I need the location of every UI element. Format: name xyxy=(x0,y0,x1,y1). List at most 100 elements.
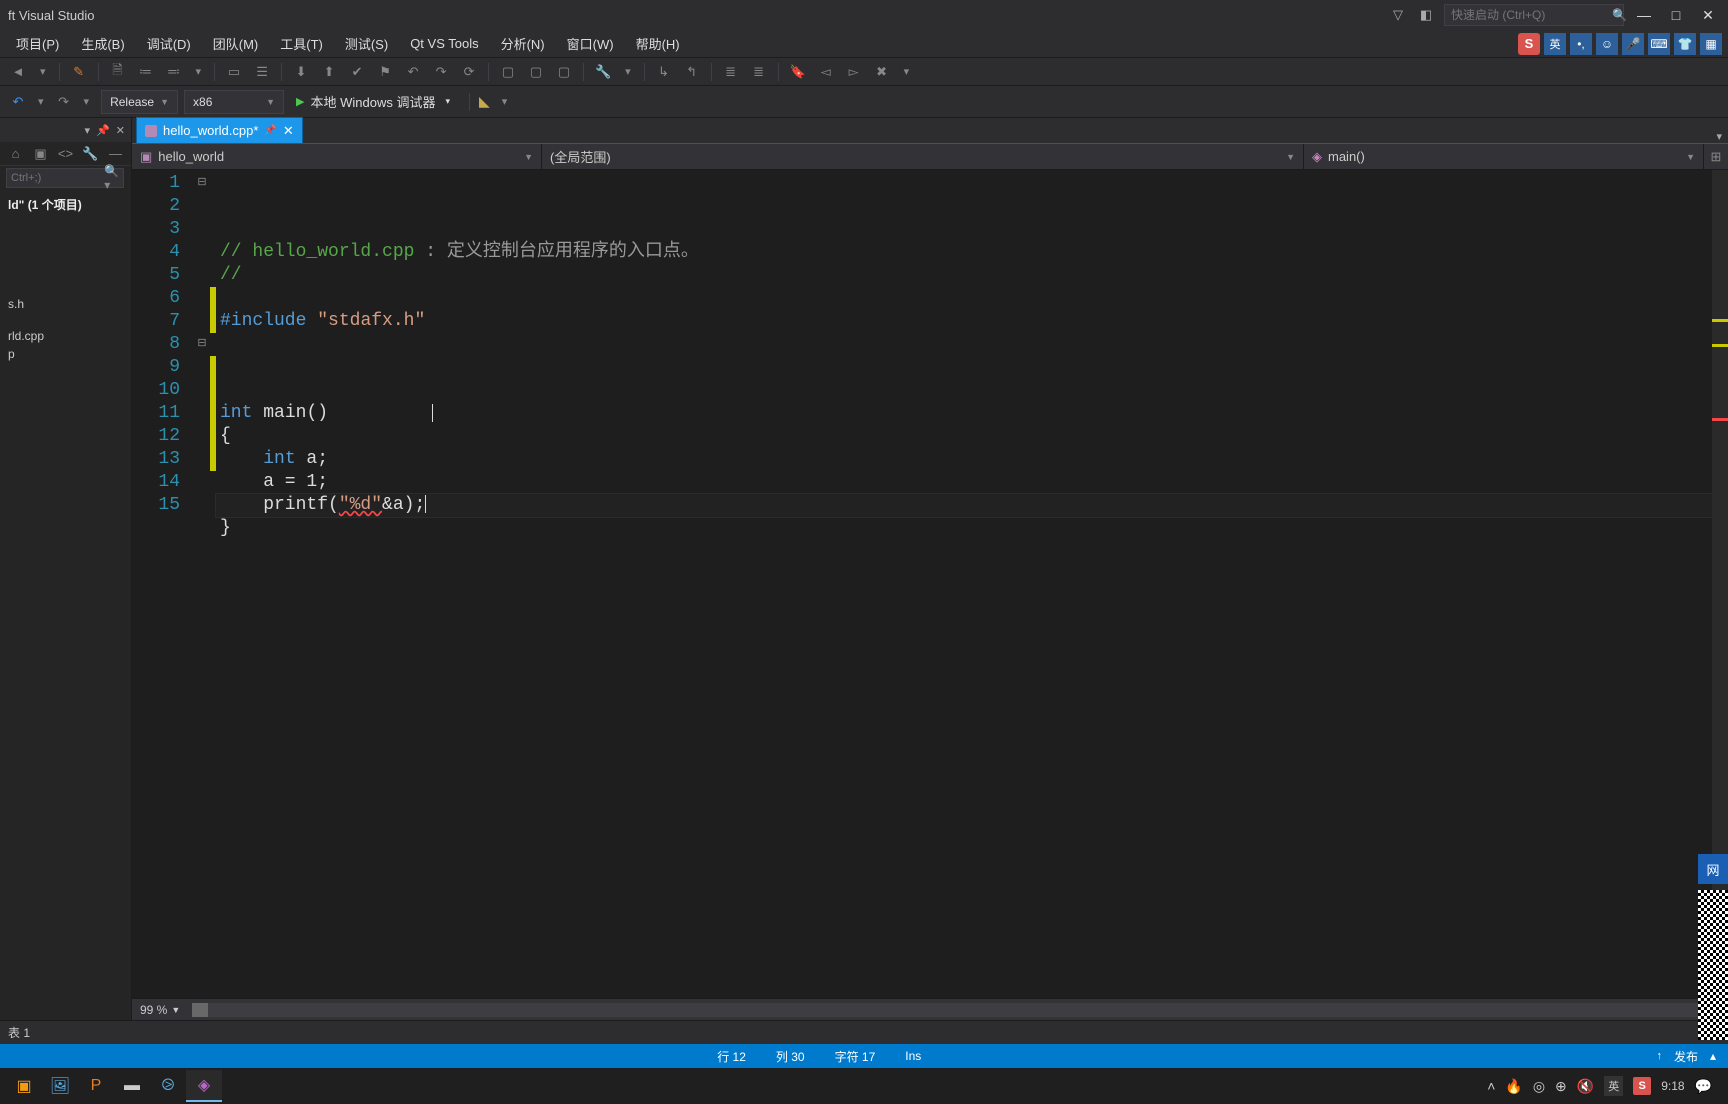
menu-build[interactable]: 生成(B) xyxy=(71,31,134,56)
search-icon[interactable]: 🔍 xyxy=(1612,8,1627,22)
show-all-icon[interactable]: — xyxy=(106,143,125,165)
tray-clock[interactable]: 9:18 xyxy=(1661,1079,1684,1093)
overlay-tag-icon[interactable]: 网 xyxy=(1698,854,1728,884)
nav-back-icon[interactable]: ◄ xyxy=(6,61,30,83)
ime-face-icon[interactable]: ☺ xyxy=(1596,33,1618,55)
code-icon[interactable]: <> xyxy=(56,143,75,165)
step-in-icon[interactable]: ↳ xyxy=(652,61,676,83)
menu-debug[interactable]: 调试(D) xyxy=(137,31,201,56)
sogou-badge-icon[interactable]: S xyxy=(1518,33,1540,55)
scope-dropdown[interactable]: (全局范围)▼ xyxy=(542,144,1304,170)
undo-button[interactable]: ↶ xyxy=(6,91,30,113)
menu-analyze[interactable]: 分析(N) xyxy=(491,31,555,56)
tray-notifications-icon[interactable]: 💬 xyxy=(1695,1078,1712,1095)
tray-volume-icon[interactable]: 🔇 xyxy=(1577,1078,1594,1095)
solution-config-dropdown[interactable]: Release▼ xyxy=(101,90,178,114)
task-screenshot[interactable]: 🖼 xyxy=(42,1070,78,1102)
close-panel-icon[interactable]: ✕ xyxy=(116,124,125,137)
qr-code-icon[interactable] xyxy=(1698,890,1728,1040)
redo-button[interactable]: ↷ xyxy=(52,91,76,113)
list-icon[interactable]: ▭ xyxy=(222,61,246,83)
code-content[interactable]: // hello_world.cpp : 定义控制台应用程序的入口点。//#in… xyxy=(216,170,1712,998)
dropdown-icon[interactable]: ▾ xyxy=(85,124,91,137)
h-scrollbar[interactable] xyxy=(192,1003,1720,1017)
solution-tree[interactable]: ld" (1 个项目) s.h rld.cpp p xyxy=(0,190,131,1020)
publish-button[interactable]: 发布 xyxy=(1674,1048,1698,1065)
bottom-panel-tabs[interactable]: 表 1 xyxy=(0,1020,1728,1044)
task-sublime[interactable]: ▣ xyxy=(6,1070,42,1102)
close-button[interactable]: ✕ xyxy=(1696,7,1720,24)
project-dropdown[interactable]: ▣ hello_world▼ xyxy=(132,144,542,170)
search-icon[interactable]: 🔍▾ xyxy=(104,164,125,192)
tray-up-icon[interactable]: ˄ xyxy=(1487,1078,1495,1094)
wrench-icon[interactable]: 🔧 xyxy=(591,61,615,83)
file-tab-hello-world[interactable]: hello_world.cpp* 📌 ✕ xyxy=(136,117,303,143)
undo-history-dropdown[interactable]: ▾ xyxy=(32,95,50,108)
tab-overflow-icon[interactable]: ▾ xyxy=(1716,130,1728,143)
menu-tools[interactable]: 工具(T) xyxy=(270,31,333,56)
bookmark-icon[interactable]: 🔖 xyxy=(786,61,810,83)
ime-keyboard-icon[interactable]: ⌨ xyxy=(1648,33,1670,55)
quick-launch-input[interactable] xyxy=(1451,8,1606,22)
member-dropdown[interactable]: ◈ main()▼ xyxy=(1304,144,1704,170)
menu-project[interactable]: 项目(P) xyxy=(6,31,69,56)
redo-history-dropdown[interactable]: ▾ xyxy=(78,95,96,108)
pin-tab-icon[interactable]: 📌 xyxy=(264,125,276,136)
attach-icon[interactable]: ⬇ xyxy=(289,61,313,83)
solution-search[interactable]: 🔍▾ xyxy=(0,166,131,190)
edit-icon[interactable]: ✎ xyxy=(67,61,91,83)
outdent-icon[interactable]: ≕ xyxy=(162,61,186,83)
ime-punct-icon[interactable]: •, xyxy=(1570,33,1592,55)
h-scroll-thumb[interactable] xyxy=(192,1003,207,1017)
start-debug-button[interactable]: ▶ 本地 Windows 调试器 ▾ xyxy=(290,90,460,114)
tag-dropdown[interactable]: ▾ xyxy=(496,95,514,108)
task-visual-studio[interactable]: ◈ xyxy=(186,1070,222,1102)
tag-icon[interactable]: ◣ xyxy=(479,93,490,110)
box1-icon[interactable]: ▢ xyxy=(496,61,520,83)
box2-icon[interactable]: ▢ xyxy=(524,61,548,83)
ime-mic-icon[interactable]: 🎤 xyxy=(1622,33,1644,55)
code-editor[interactable]: 123456789101112131415 ⊟⊟ // hello_world.… xyxy=(132,170,1728,998)
tree-item[interactable]: rld.cpp xyxy=(0,327,131,345)
collapse-icon[interactable]: ▣ xyxy=(31,143,50,165)
pin-icon[interactable]: 📌 xyxy=(96,124,110,137)
step-out-icon[interactable]: ↰ xyxy=(680,61,704,83)
process-icon[interactable]: ⬆ xyxy=(317,61,341,83)
maximize-button[interactable]: □ xyxy=(1664,7,1688,23)
menu-window[interactable]: 窗口(W) xyxy=(557,31,624,56)
tray-language[interactable]: 英 xyxy=(1604,1076,1623,1096)
flag-icon[interactable]: ⚑ xyxy=(373,61,397,83)
output-tab[interactable]: 表 1 xyxy=(8,1024,30,1041)
redo-icon[interactable]: ↷ xyxy=(429,61,453,83)
notification-icon[interactable]: ◧ xyxy=(1416,5,1436,25)
task-icon[interactable]: ☰ xyxy=(250,61,274,83)
undo-icon[interactable]: ↶ xyxy=(401,61,425,83)
task-powerpoint[interactable]: P xyxy=(78,1070,114,1102)
format-dropdown[interactable]: ▾ xyxy=(190,65,208,78)
next-bookmark-icon[interactable]: ▻ xyxy=(842,61,866,83)
publish-arrow-icon[interactable]: ▴ xyxy=(1710,1049,1716,1063)
menu-test[interactable]: 测试(S) xyxy=(335,31,398,56)
clear-bookmark-icon[interactable]: ✖ xyxy=(870,61,894,83)
close-tab-icon[interactable]: ✕ xyxy=(283,123,294,139)
box3-icon[interactable]: ▢ xyxy=(552,61,576,83)
quick-launch[interactable]: 🔍 xyxy=(1444,4,1624,26)
tray-bluetooth-icon[interactable]: ⊕ xyxy=(1555,1078,1567,1095)
split-editor-icon[interactable]: ⊞ xyxy=(1704,149,1728,165)
home-icon[interactable]: ⌂ xyxy=(6,143,25,165)
comment-icon[interactable]: ≣ xyxy=(719,61,743,83)
zoom-dropdown[interactable]: 99 %▼ xyxy=(140,1003,180,1017)
ime-language-icon[interactable]: 英 xyxy=(1544,33,1566,55)
properties-icon[interactable]: 🔧 xyxy=(81,143,100,165)
check-icon[interactable]: ✔ xyxy=(345,61,369,83)
task-powershell[interactable]: ⧁ xyxy=(150,1070,186,1102)
indent-icon[interactable]: ≔ xyxy=(134,61,158,83)
minimize-button[interactable]: — xyxy=(1632,7,1656,23)
toolbar-overflow[interactable]: ▾ xyxy=(898,65,916,78)
refresh-icon[interactable]: ⟳ xyxy=(457,61,481,83)
tree-item[interactable]: p xyxy=(0,345,131,363)
tray-flame-icon[interactable]: 🔥 xyxy=(1505,1078,1522,1095)
ime-skin-icon[interactable]: 👕 xyxy=(1674,33,1696,55)
upload-icon[interactable]: ↑ xyxy=(1656,1050,1662,1062)
filter-icon[interactable]: ▽ xyxy=(1388,5,1408,25)
